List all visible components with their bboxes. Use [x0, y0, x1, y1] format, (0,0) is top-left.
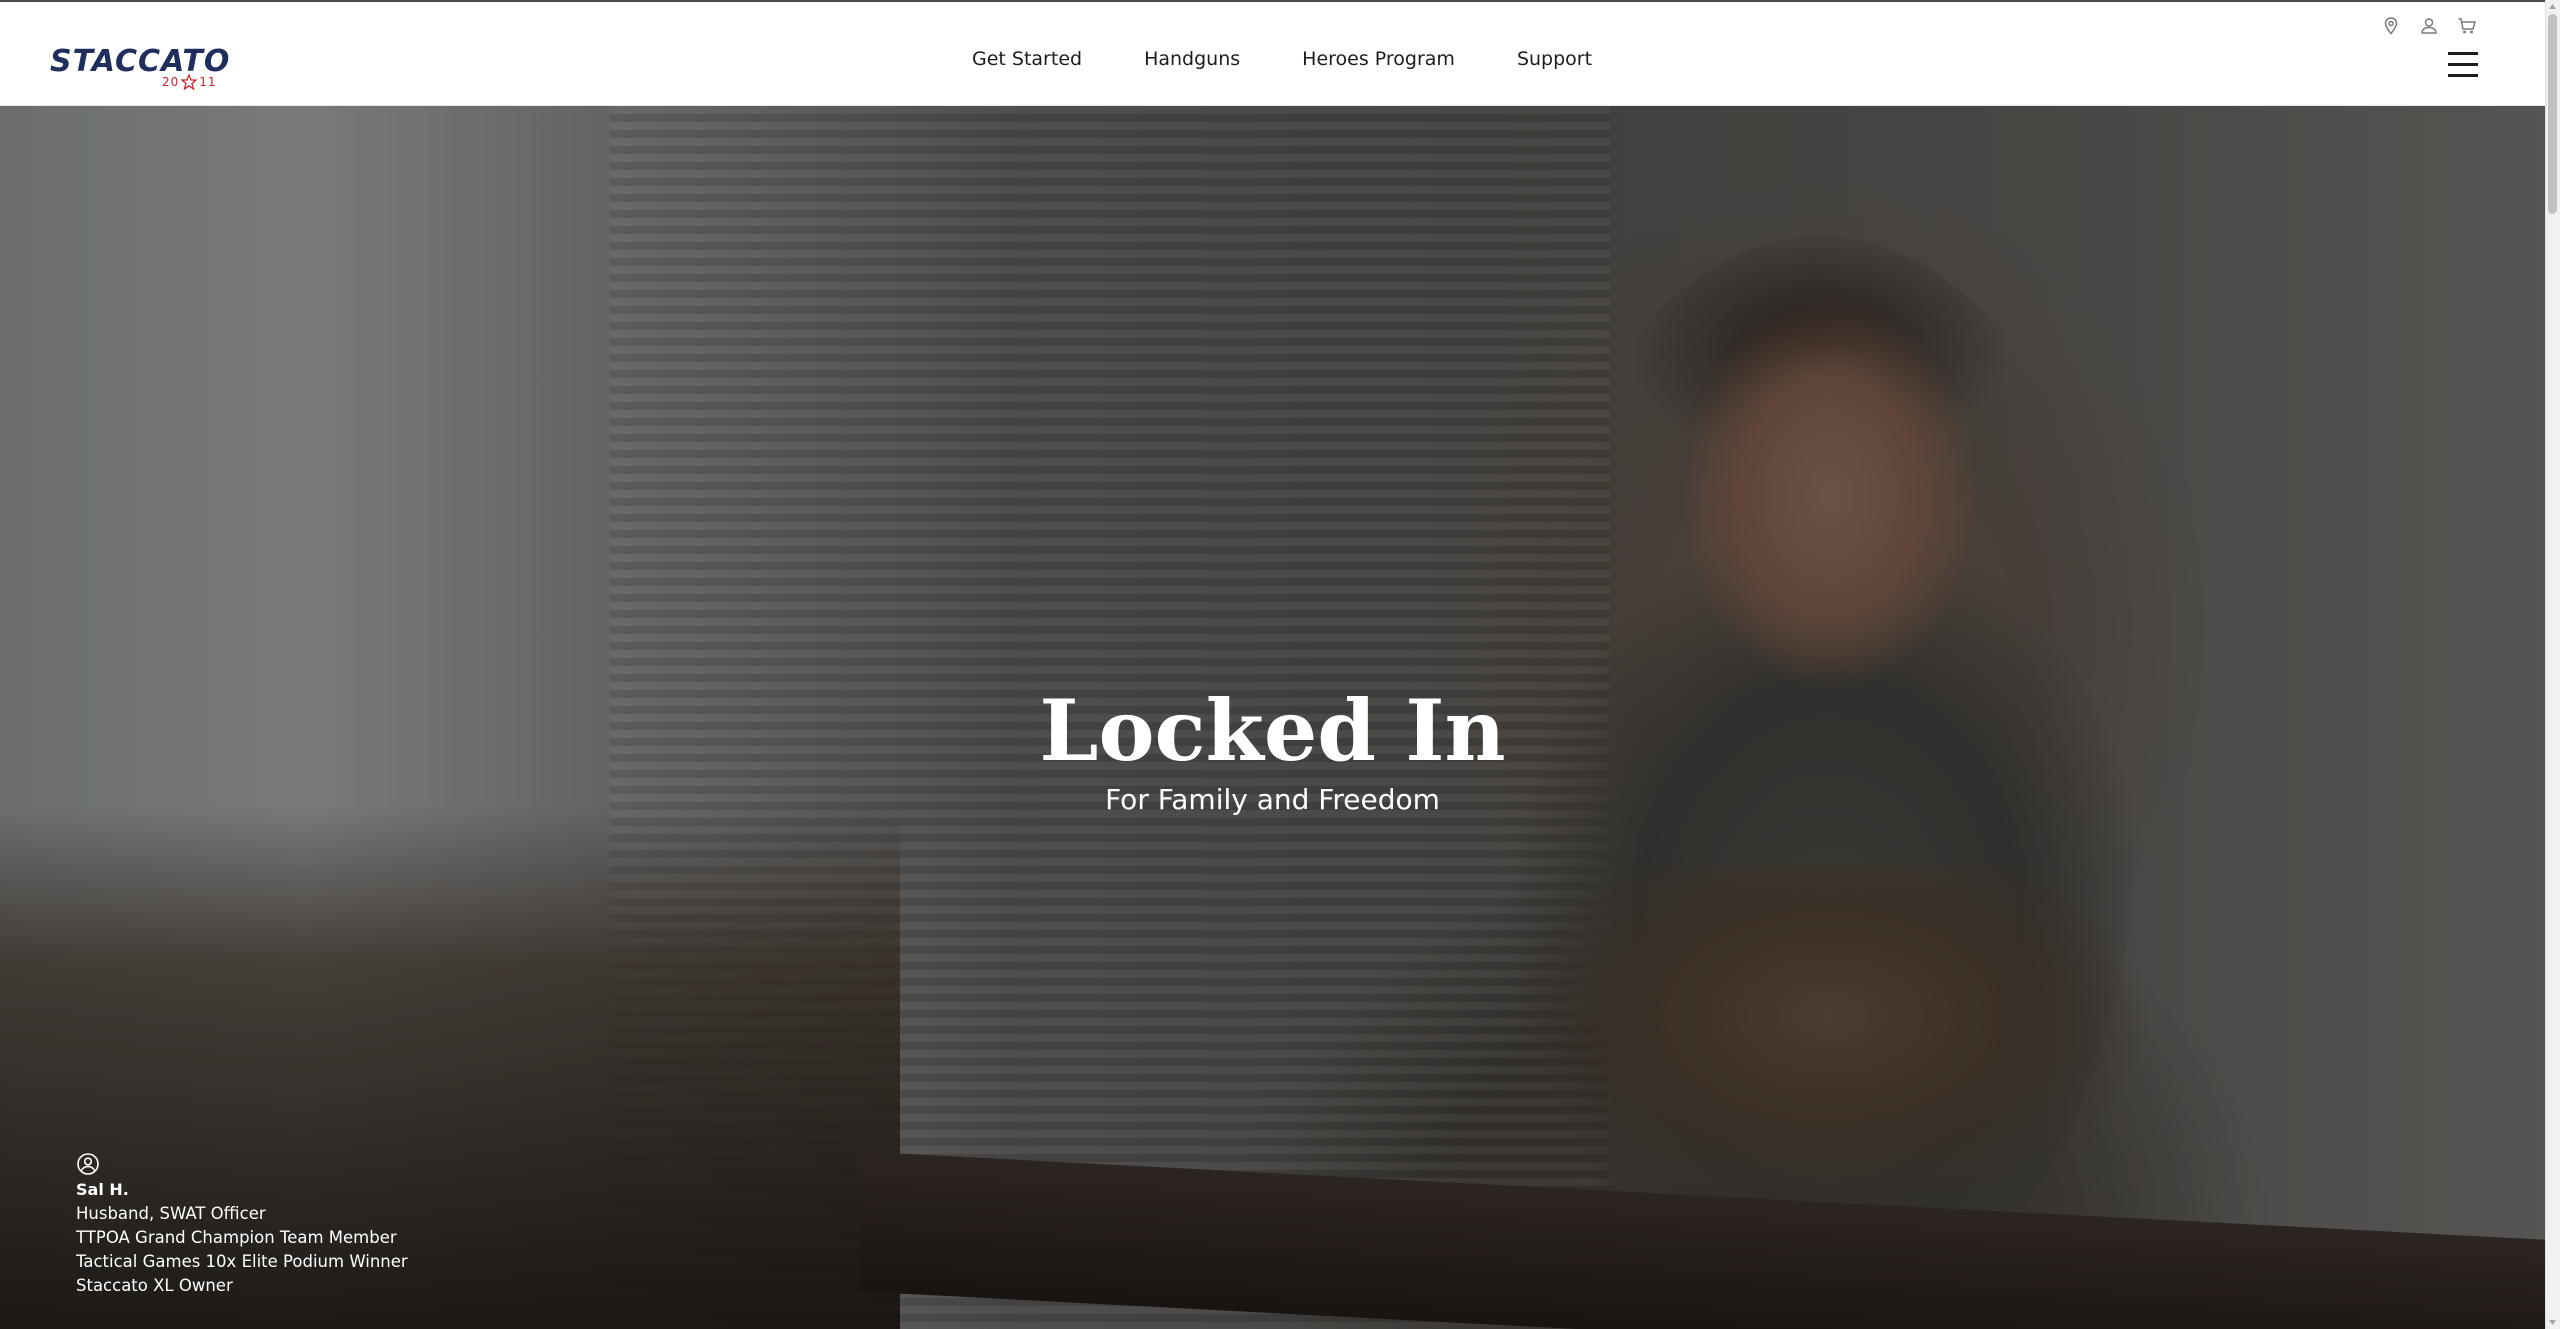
bio-name: Sal H. — [76, 1180, 129, 1199]
utility-icons — [2381, 16, 2477, 36]
staccato-logo[interactable]: STACCATO 20 11 — [50, 46, 229, 90]
star-icon — [181, 74, 198, 90]
hero-banner: Locked In For Family and Freedom Sal H. … — [0, 106, 2545, 1329]
logo-sub-right: 11 — [199, 75, 217, 89]
logo-2011-mark: 20 11 — [162, 74, 217, 90]
nav-support[interactable]: Support — [1517, 48, 1592, 70]
nav-get-started[interactable]: Get Started — [972, 48, 1082, 70]
scroll-down-arrow-icon[interactable] — [2548, 1318, 2557, 1327]
account-icon[interactable] — [2419, 16, 2439, 36]
location-pin-icon[interactable] — [2381, 16, 2401, 36]
hero-title: Locked In — [1039, 681, 1506, 780]
hamburger-menu-icon[interactable] — [2448, 52, 2478, 77]
site-header: STACCATO 20 11 Get Started Handguns Hero… — [0, 2, 2545, 106]
nav-heroes-program[interactable]: Heroes Program — [1302, 48, 1455, 70]
scroll-up-arrow-icon[interactable] — [2548, 2, 2557, 11]
bio-line: Tactical Games 10x Elite Podium Winner — [76, 1252, 408, 1271]
logo-sub-left: 20 — [162, 75, 180, 89]
hero-subtitle: For Family and Freedom — [1105, 783, 1440, 816]
user-circle-icon — [77, 1153, 99, 1175]
scrollbar-thumb[interactable] — [2548, 14, 2557, 214]
bio-line: TTPOA Grand Champion Team Member — [76, 1228, 397, 1247]
nav-handguns[interactable]: Handguns — [1144, 48, 1240, 70]
cart-icon[interactable] — [2457, 16, 2477, 36]
hero-bio: Sal H. Husband, SWAT Officer TTPOA Grand… — [76, 1152, 408, 1298]
bio-line: Staccato XL Owner — [76, 1276, 233, 1295]
bio-line: Husband, SWAT Officer — [76, 1204, 266, 1223]
main-nav: Get Started Handguns Heroes Program Supp… — [972, 48, 1592, 70]
